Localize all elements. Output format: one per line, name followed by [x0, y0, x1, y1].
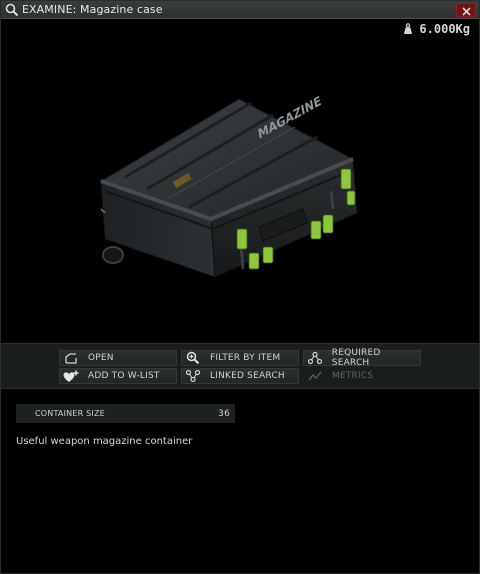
metrics-button: METRICS: [303, 368, 421, 384]
item-image: MAGAZINE: [1, 41, 479, 341]
open-button[interactable]: OPEN: [59, 350, 177, 366]
item-weight: 6.000Kg: [402, 22, 470, 36]
heart-plus-icon: [63, 369, 79, 383]
action-bar: OPEN FILTER BY ITEM REQUIRED SEARCH ADD …: [1, 343, 479, 389]
linked-search-button[interactable]: LINKED SEARCH: [181, 368, 299, 384]
open-icon: [63, 351, 79, 365]
title-bar[interactable]: EXAMINE: Magazine case: [1, 1, 479, 19]
container-size-label: CONTAINER SIZE: [35, 409, 105, 418]
examine-window: EXAMINE: Magazine case 6.000Kg MAGAZINE …: [0, 0, 480, 574]
hierarchy-icon: [307, 351, 323, 365]
required-search-button[interactable]: REQUIRED SEARCH: [303, 348, 421, 368]
open-label: OPEN: [88, 353, 114, 363]
weight-value: 6.000Kg: [419, 22, 470, 36]
filter-by-item-label: FILTER BY ITEM: [210, 353, 281, 363]
close-button[interactable]: [456, 3, 476, 17]
weight-icon: [402, 23, 414, 35]
close-icon: [461, 1, 471, 20]
filter-search-icon: [185, 351, 201, 365]
add-to-wishlist-button[interactable]: ADD TO W-LIST: [59, 368, 177, 384]
linked-nodes-icon: [185, 369, 201, 383]
container-size-row: CONTAINER SIZE 36: [16, 404, 235, 423]
linked-search-label: LINKED SEARCH: [210, 371, 285, 381]
metrics-label: METRICS: [332, 371, 374, 381]
window-title: EXAMINE: Magazine case: [22, 3, 163, 16]
container-size-value: 36: [218, 408, 230, 419]
add-to-wishlist-label: ADD TO W-LIST: [88, 371, 160, 381]
line-chart-icon: [307, 369, 323, 383]
required-search-label: REQUIRED SEARCH: [331, 348, 381, 368]
filter-by-item-button[interactable]: FILTER BY ITEM: [181, 350, 299, 366]
magnifier-icon: [3, 1, 21, 19]
item-description: Useful weapon magazine container: [16, 436, 193, 447]
